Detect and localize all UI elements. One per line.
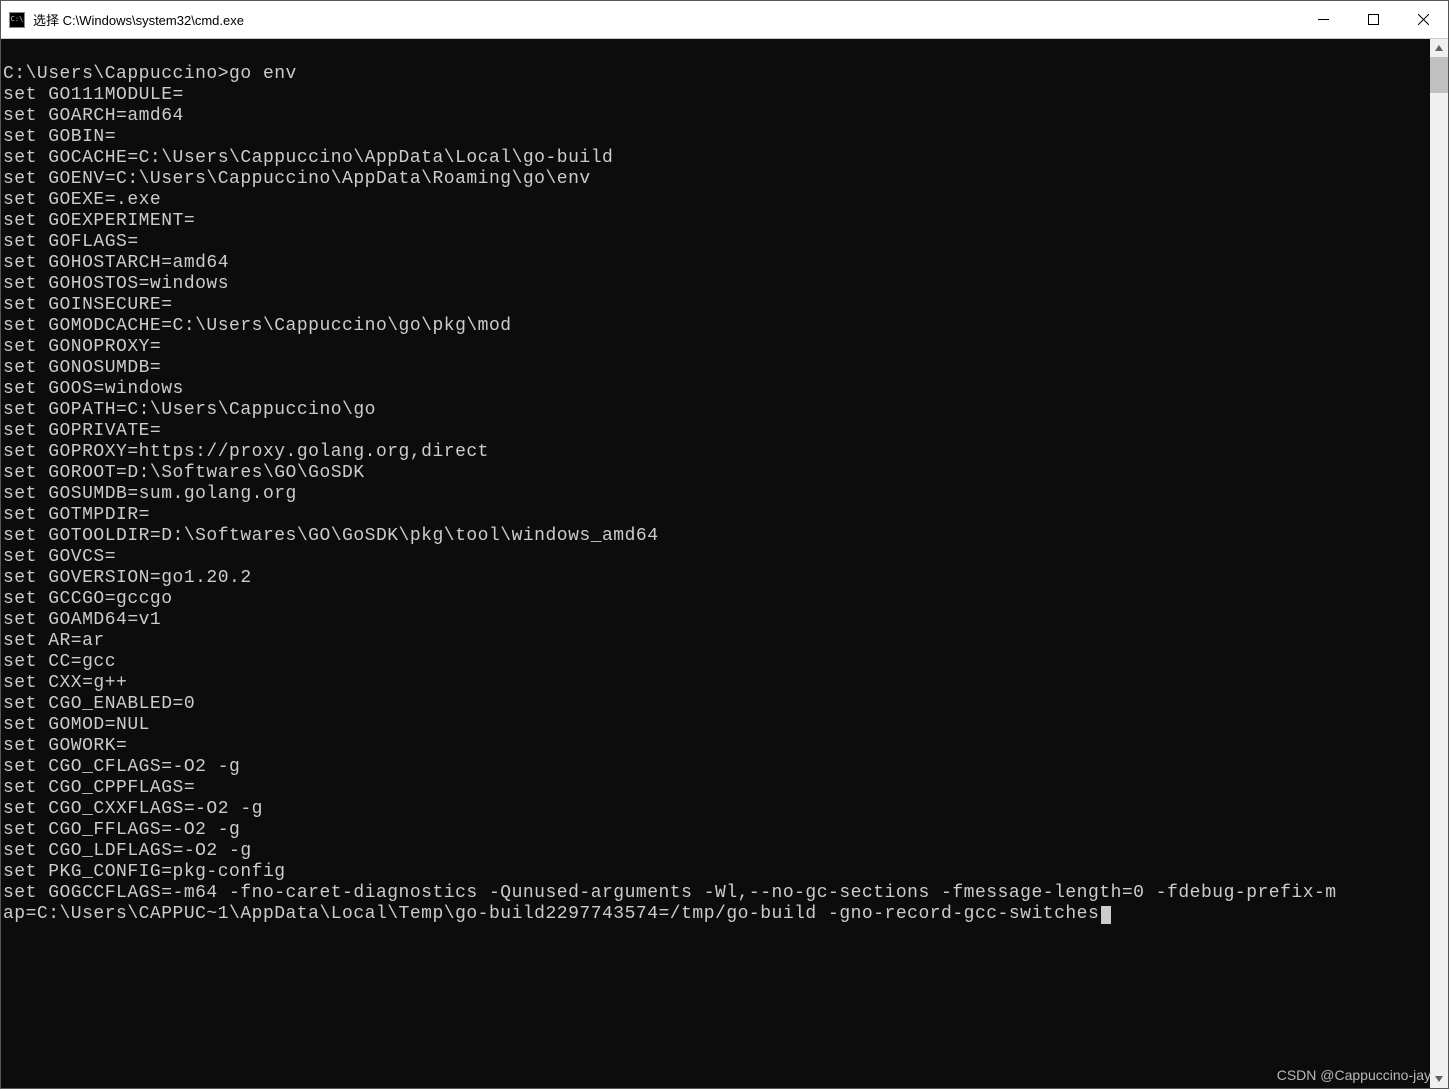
watermark: CSDN @Cappuccino-jay	[1277, 1067, 1431, 1083]
prompt: C:\Users\Cappuccino>	[3, 64, 229, 84]
output-line: set CGO_CXXFLAGS=-O2 -g	[3, 799, 1428, 820]
output-line: set GOPATH=C:\Users\Cappuccino\go	[3, 400, 1428, 421]
cursor	[1101, 906, 1111, 924]
output-line: set CGO_FFLAGS=-O2 -g	[3, 820, 1428, 841]
output-line: set GOTMPDIR=	[3, 505, 1428, 526]
window-controls	[1298, 1, 1448, 38]
output-line-wrap: set GOGCCFLAGS=-m64 -fno-caret-diagnosti…	[3, 883, 1428, 904]
output-line: set GOTOOLDIR=D:\Softwares\GO\GoSDK\pkg\…	[3, 526, 1428, 547]
output-line: set GOPRIVATE=	[3, 421, 1428, 442]
output-line: set CC=gcc	[3, 652, 1428, 673]
output-line: set GOMODCACHE=C:\Users\Cappuccino\go\pk…	[3, 316, 1428, 337]
output-line: set GOCACHE=C:\Users\Cappuccino\AppData\…	[3, 148, 1428, 169]
output-line: set GOHOSTARCH=amd64	[3, 253, 1428, 274]
scrollbar[interactable]	[1430, 39, 1448, 1088]
scroll-track[interactable]	[1430, 57, 1448, 1070]
terminal-output[interactable]: C:\Users\Cappuccino>go envset GO111MODUL…	[1, 39, 1430, 1088]
output-line: set GO111MODULE=	[3, 85, 1428, 106]
output-line: set GOMOD=NUL	[3, 715, 1428, 736]
output-line: set GOENV=C:\Users\Cappuccino\AppData\Ro…	[3, 169, 1428, 190]
scroll-thumb[interactable]	[1430, 57, 1448, 93]
output-line: set GOROOT=D:\Softwares\GO\GoSDK	[3, 463, 1428, 484]
output-line: set GOAMD64=v1	[3, 610, 1428, 631]
output-line: set GOOS=windows	[3, 379, 1428, 400]
output-line: set GOFLAGS=	[3, 232, 1428, 253]
window-title: 选择 C:\Windows\system32\cmd.exe	[33, 10, 1298, 29]
output-line: set GOEXE=.exe	[3, 190, 1428, 211]
output-line: set GOHOSTOS=windows	[3, 274, 1428, 295]
maximize-button[interactable]	[1348, 1, 1398, 38]
output-line: set GOEXPERIMENT=	[3, 211, 1428, 232]
output-line: set CGO_LDFLAGS=-O2 -g	[3, 841, 1428, 862]
output-line: set CGO_CFLAGS=-O2 -g	[3, 757, 1428, 778]
command: go env	[229, 64, 297, 84]
output-line-last: ap=C:\Users\CAPPUC~1\AppData\Local\Temp\…	[3, 904, 1428, 925]
blank-line	[3, 43, 1428, 64]
output-line: set GOARCH=amd64	[3, 106, 1428, 127]
minimize-button[interactable]	[1298, 1, 1348, 38]
terminal-area: C:\Users\Cappuccino>go envset GO111MODUL…	[1, 39, 1448, 1088]
output-line: set CXX=g++	[3, 673, 1428, 694]
scroll-up-button[interactable]	[1430, 39, 1448, 57]
output-line: set GONOSUMDB=	[3, 358, 1428, 379]
output-line: set GOWORK=	[3, 736, 1428, 757]
output-line: set AR=ar	[3, 631, 1428, 652]
output-line: set CGO_ENABLED=0	[3, 694, 1428, 715]
scroll-down-button[interactable]	[1430, 1070, 1448, 1088]
cmd-window: 选择 C:\Windows\system32\cmd.exe C:\Users\…	[0, 0, 1449, 1089]
output-line: set GOPROXY=https://proxy.golang.org,dir…	[3, 442, 1428, 463]
titlebar[interactable]: 选择 C:\Windows\system32\cmd.exe	[1, 1, 1448, 39]
output-line: set GOSUMDB=sum.golang.org	[3, 484, 1428, 505]
output-line: set PKG_CONFIG=pkg-config	[3, 862, 1428, 883]
output-line: set GOVCS=	[3, 547, 1428, 568]
output-line: set GOVERSION=go1.20.2	[3, 568, 1428, 589]
output-line: set GOBIN=	[3, 127, 1428, 148]
output-line: set GONOPROXY=	[3, 337, 1428, 358]
close-button[interactable]	[1398, 1, 1448, 38]
cmd-icon	[9, 12, 25, 28]
output-line: set CGO_CPPFLAGS=	[3, 778, 1428, 799]
prompt-line: C:\Users\Cappuccino>go env	[3, 64, 1428, 85]
output-line: set GCCGO=gccgo	[3, 589, 1428, 610]
output-line: set GOINSECURE=	[3, 295, 1428, 316]
